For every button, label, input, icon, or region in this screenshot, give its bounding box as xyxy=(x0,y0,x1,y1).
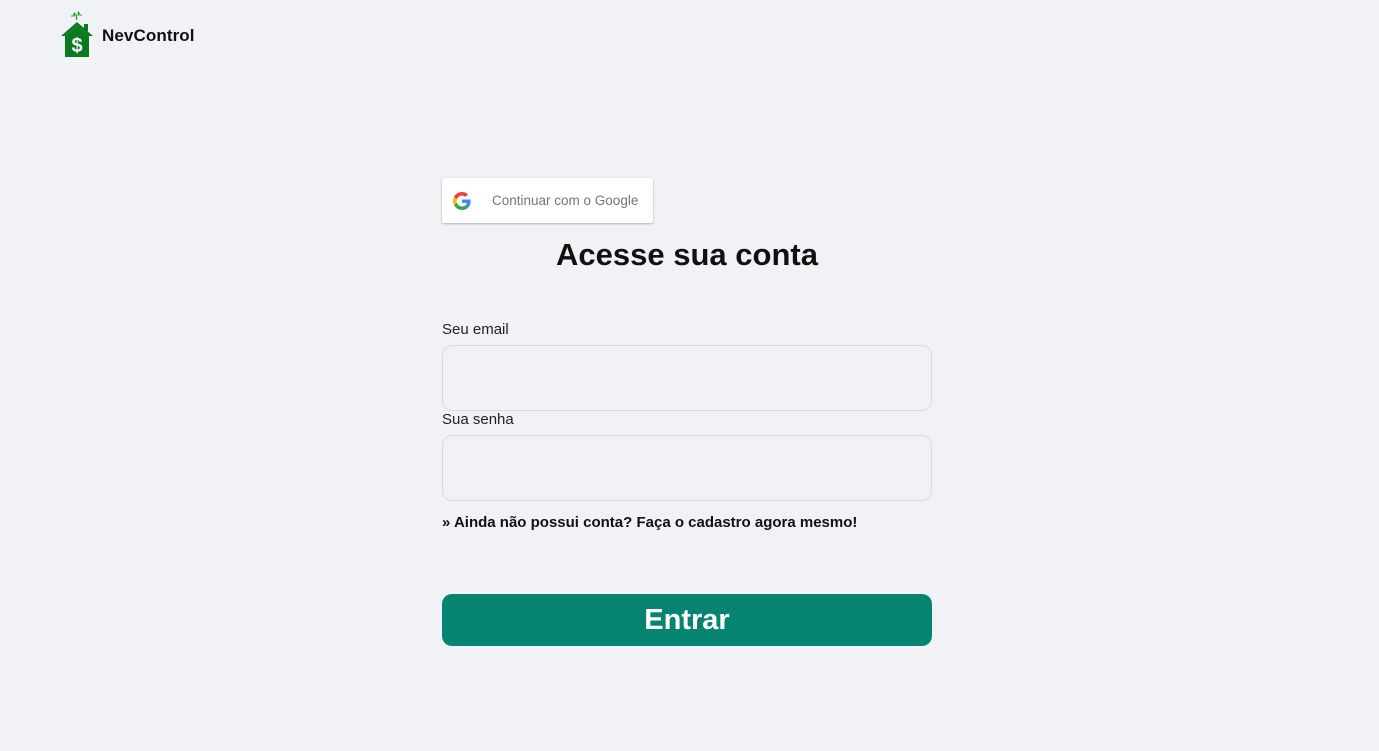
password-label: Sua senha xyxy=(442,411,514,428)
google-signin-label: Continuar com o Google xyxy=(492,193,639,208)
header: $ NevControl xyxy=(60,10,195,58)
page-title: Acesse sua conta xyxy=(556,237,818,272)
login-form: Continuar com o Google Acesse sua conta … xyxy=(442,178,932,646)
google-signin-button[interactable]: Continuar com o Google xyxy=(442,178,653,223)
house-dollar-icon[interactable]: $ xyxy=(60,10,94,58)
email-label: Seu email xyxy=(442,321,509,338)
password-field[interactable] xyxy=(442,435,932,501)
login-submit-button[interactable]: Entrar xyxy=(442,594,932,646)
google-g-icon xyxy=(453,191,471,210)
brand-name: NevControl xyxy=(102,26,195,45)
svg-text:$: $ xyxy=(71,35,82,57)
signup-link[interactable]: » Ainda não possui conta? Faça o cadastr… xyxy=(442,514,932,532)
email-field[interactable] xyxy=(442,345,932,411)
